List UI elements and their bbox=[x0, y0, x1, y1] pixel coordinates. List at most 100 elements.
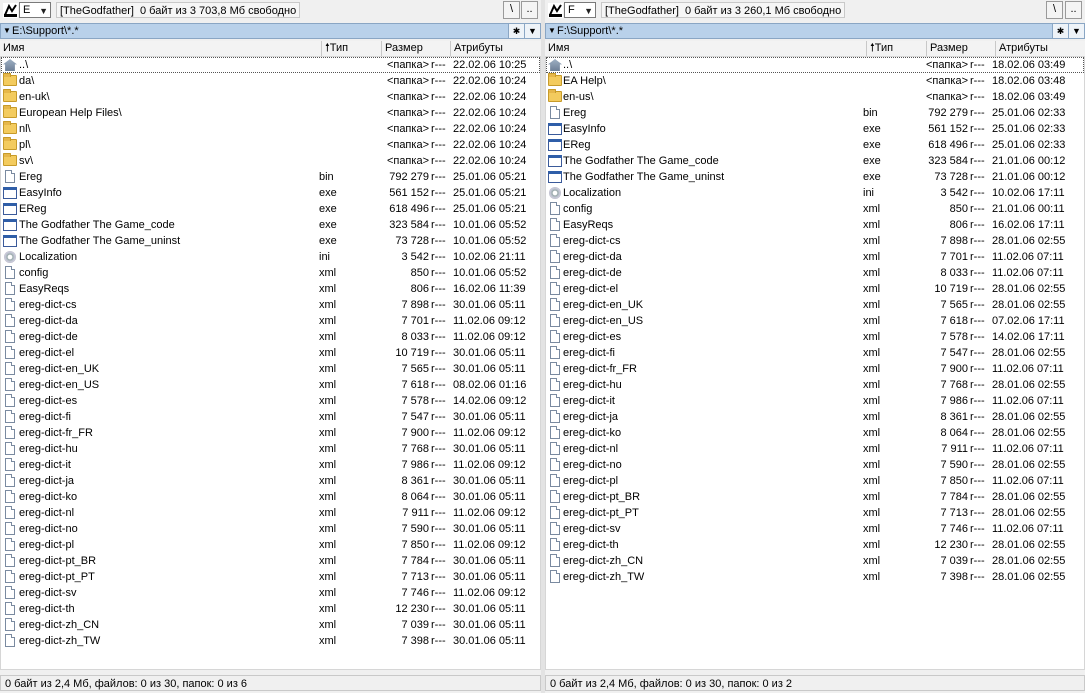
file-row[interactable]: ereg-dict-da xml 7 701 r--- 11.02.06 09:12 bbox=[1, 313, 540, 329]
file-row[interactable]: sv\ <папка> r--- 22.02.06 10:24 bbox=[1, 153, 540, 169]
file-row[interactable]: EasyInfo exe 561 152 r--- 25.01.06 05:21 bbox=[1, 185, 540, 201]
file-row[interactable]: ereg-dict-fi xml 7 547 r--- 28.01.06 02:55 bbox=[546, 345, 1084, 361]
file-row[interactable]: ereg-dict-ko xml 8 064 r--- 28.01.06 02:55 bbox=[546, 425, 1084, 441]
file-row[interactable]: ereg-dict-it xml 7 986 r--- 11.02.06 09:12 bbox=[1, 457, 540, 473]
file-row[interactable]: ereg-dict-en_US xml 7 618 r--- 07.02.06 17:1… bbox=[546, 313, 1084, 329]
file-row[interactable]: EasyReqs xml 806 r--- 16.02.06 17:11 bbox=[546, 217, 1084, 233]
file-row[interactable]: ereg-dict-fi xml 7 547 r--- 30.01.06 05:11 bbox=[1, 409, 540, 425]
file-row[interactable]: ereg-dict-pl xml 7 850 r--- 11.02.06 07:11 bbox=[546, 473, 1084, 489]
file-row[interactable]: ereg-dict-th xml 12 230 r--- 28.01.06 02:55 bbox=[546, 537, 1084, 553]
file-row[interactable]: Localization ini 3 542 r--- 10.02.06 21:11 bbox=[1, 249, 540, 265]
file-row[interactable]: EReg exe 618 496 r--- 25.01.06 02:33 bbox=[546, 137, 1084, 153]
file-name: EasyReqs bbox=[19, 283, 70, 295]
file-row[interactable]: ereg-dict-de xml 8 033 r--- 11.02.06 09:12 bbox=[1, 329, 540, 345]
file-row[interactable]: ereg-dict-en_UK xml 7 565 r--- 30.01.06 05:1… bbox=[1, 361, 540, 377]
file-row[interactable]: ereg-dict-de xml 8 033 r--- 11.02.06 07:11 bbox=[546, 265, 1084, 281]
file-row[interactable]: da\ <папка> r--- 22.02.06 10:24 bbox=[1, 73, 540, 89]
right-drive-select[interactable]: F ▼ bbox=[564, 2, 596, 18]
star-icon[interactable]: ✱ bbox=[508, 24, 524, 38]
file-row[interactable]: ereg-dict-nl xml 7 911 r--- 11.02.06 09:12 bbox=[1, 505, 540, 521]
file-row[interactable]: EasyReqs xml 806 r--- 16.02.06 11:39 bbox=[1, 281, 540, 297]
file-row[interactable]: ereg-dict-pt_BR xml 7 784 r--- 28.01.06 02:5… bbox=[546, 489, 1084, 505]
file-attributes: r--- bbox=[431, 315, 446, 327]
file-row[interactable]: pl\ <папка> r--- 22.02.06 10:24 bbox=[1, 137, 540, 153]
file-row[interactable]: EReg exe 618 496 r--- 25.01.06 05:21 bbox=[1, 201, 540, 217]
dropdown-arrow-icon[interactable]: ▼ bbox=[3, 24, 11, 38]
file-row[interactable]: ereg-dict-pt_PT xml 7 713 r--- 30.01.06 05:1… bbox=[1, 569, 540, 585]
file-row[interactable]: ereg-dict-pl xml 7 850 r--- 11.02.06 09:12 bbox=[1, 537, 540, 553]
file-date: 11.02.06 07:11 bbox=[992, 443, 1064, 455]
file-row[interactable]: Localization ini 3 542 r--- 10.02.06 17:11 bbox=[546, 185, 1084, 201]
file-row[interactable]: ereg-dict-zh_TW xml 7 398 r--- 28.01.06 02:5… bbox=[546, 569, 1084, 585]
file-row[interactable]: The Godfather The Game_uninst exe 73 728 r-… bbox=[1, 233, 540, 249]
right-up-button[interactable]: .. bbox=[1065, 1, 1082, 19]
file-row[interactable]: config xml 850 r--- 21.01.06 00:11 bbox=[546, 201, 1084, 217]
left-root-button[interactable]: \ bbox=[503, 1, 520, 19]
file-row[interactable]: EasyInfo exe 561 152 r--- 25.01.06 02:33 bbox=[546, 121, 1084, 137]
left-drive-select[interactable]: E ▼ bbox=[19, 2, 51, 18]
file-row[interactable]: en-uk\ <папка> r--- 22.02.06 10:24 bbox=[1, 89, 540, 105]
left-header-name[interactable]: Имя bbox=[0, 41, 322, 56]
file-row[interactable]: ereg-dict-pt_BR xml 7 784 r--- 30.01.06 05:1… bbox=[1, 553, 540, 569]
right-header-type[interactable]: 🠕Тип bbox=[867, 41, 927, 56]
file-row[interactable]: config xml 850 r--- 10.01.06 05:52 bbox=[1, 265, 540, 281]
right-header-size[interactable]: Размер bbox=[927, 41, 996, 56]
file-row[interactable]: ereg-dict-el xml 10 719 r--- 28.01.06 02:55 bbox=[546, 281, 1084, 297]
file-row[interactable]: ereg-dict-nl xml 7 911 r--- 11.02.06 07:11 bbox=[546, 441, 1084, 457]
file-row[interactable]: Ereg bin 792 279 r--- 25.01.06 05:21 bbox=[1, 169, 540, 185]
file-row[interactable]: ereg-dict-es xml 7 578 r--- 14.02.06 09:12 bbox=[1, 393, 540, 409]
file-row[interactable]: The Godfather The Game_uninst exe 73 728 r-… bbox=[546, 169, 1084, 185]
file-row[interactable]: ereg-dict-fr_FR xml 7 900 r--- 11.02.06 07:1… bbox=[546, 361, 1084, 377]
file-size: 792 279 bbox=[389, 171, 429, 183]
dropdown-arrow-icon[interactable]: ▼ bbox=[548, 24, 556, 38]
right-file-list[interactable]: ..\ <папка> r--- 18.02.06 03:49 EA Help\ <пап… bbox=[545, 56, 1085, 670]
file-row[interactable]: ereg-dict-da xml 7 701 r--- 11.02.06 07:11 bbox=[546, 249, 1084, 265]
file-row[interactable]: ..\ <папка> r--- 22.02.06 10:25 bbox=[1, 57, 540, 73]
file-row[interactable]: ereg-dict-zh_CN xml 7 039 r--- 30.01.06 05:1… bbox=[1, 617, 540, 633]
chevron-down-icon[interactable]: ▼ bbox=[524, 24, 540, 38]
left-path-bar[interactable]: ▼ E:\Support\*.* ✱ ▼ bbox=[0, 23, 541, 39]
file-row[interactable]: ereg-dict-el xml 10 719 r--- 30.01.06 05:11 bbox=[1, 345, 540, 361]
file-size: 7 547 bbox=[401, 411, 429, 423]
file-row[interactable]: ereg-dict-sv xml 7 746 r--- 11.02.06 09:12 bbox=[1, 585, 540, 601]
file-row[interactable]: ereg-dict-hu xml 7 768 r--- 28.01.06 02:55 bbox=[546, 377, 1084, 393]
left-header-attrs[interactable]: Атрибуты bbox=[451, 41, 541, 56]
file-row[interactable]: ereg-dict-hu xml 7 768 r--- 30.01.06 05:11 bbox=[1, 441, 540, 457]
file-row[interactable]: ereg-dict-cs xml 7 898 r--- 30.01.06 05:11 bbox=[1, 297, 540, 313]
star-icon[interactable]: ✱ bbox=[1052, 24, 1068, 38]
file-row[interactable]: ereg-dict-ko xml 8 064 r--- 30.01.06 05:11 bbox=[1, 489, 540, 505]
file-row[interactable]: EA Help\ <папка> r--- 18.02.06 03:48 bbox=[546, 73, 1084, 89]
left-header-type[interactable]: 🠕Тип bbox=[322, 41, 382, 56]
file-row[interactable]: ereg-dict-fr_FR xml 7 900 r--- 11.02.06 09:1… bbox=[1, 425, 540, 441]
file-row[interactable]: en-us\ <папка> r--- 18.02.06 03:49 bbox=[546, 89, 1084, 105]
file-row[interactable]: ereg-dict-en_US xml 7 618 r--- 08.02.06 01:1… bbox=[1, 377, 540, 393]
file-row[interactable]: European Help Files\ <папка> r--- 22.02.06 … bbox=[1, 105, 540, 121]
file-row[interactable]: ereg-dict-sv xml 7 746 r--- 11.02.06 07:11 bbox=[546, 521, 1084, 537]
left-up-button[interactable]: .. bbox=[521, 1, 538, 19]
file-row[interactable]: Ereg bin 792 279 r--- 25.01.06 02:33 bbox=[546, 105, 1084, 121]
left-file-list[interactable]: ..\ <папка> r--- 22.02.06 10:25 da\ <папка> r-… bbox=[0, 56, 541, 670]
right-path-bar[interactable]: ▼ F:\Support\*.* ✱ ▼ bbox=[545, 23, 1085, 39]
file-row[interactable]: The Godfather The Game_code exe 323 584 r--… bbox=[546, 153, 1084, 169]
file-row[interactable]: ereg-dict-pt_PT xml 7 713 r--- 28.01.06 02:5… bbox=[546, 505, 1084, 521]
file-row[interactable]: ereg-dict-th xml 12 230 r--- 30.01.06 05:11 bbox=[1, 601, 540, 617]
file-row[interactable]: The Godfather The Game_code exe 323 584 r--… bbox=[1, 217, 540, 233]
file-row[interactable]: ereg-dict-no xml 7 590 r--- 28.01.06 02:55 bbox=[546, 457, 1084, 473]
chevron-down-icon[interactable]: ▼ bbox=[1068, 24, 1084, 38]
file-row[interactable]: ereg-dict-it xml 7 986 r--- 11.02.06 07:11 bbox=[546, 393, 1084, 409]
file-row[interactable]: nl\ <папка> r--- 22.02.06 10:24 bbox=[1, 121, 540, 137]
file-row[interactable]: ..\ <папка> r--- 18.02.06 03:49 bbox=[546, 57, 1084, 73]
header-label: Тип bbox=[329, 42, 349, 54]
file-row[interactable]: ereg-dict-no xml 7 590 r--- 30.01.06 05:11 bbox=[1, 521, 540, 537]
file-row[interactable]: ereg-dict-ja xml 8 361 r--- 30.01.06 05:11 bbox=[1, 473, 540, 489]
file-row[interactable]: ereg-dict-cs xml 7 898 r--- 28.01.06 02:55 bbox=[546, 233, 1084, 249]
file-row[interactable]: ereg-dict-es xml 7 578 r--- 14.02.06 17:11 bbox=[546, 329, 1084, 345]
file-row[interactable]: ereg-dict-en_UK xml 7 565 r--- 28.01.06 02:5… bbox=[546, 297, 1084, 313]
right-root-button[interactable]: \ bbox=[1046, 1, 1063, 19]
right-header-name[interactable]: Имя bbox=[545, 41, 867, 56]
file-row[interactable]: ereg-dict-zh_TW xml 7 398 r--- 30.01.06 05:1… bbox=[1, 633, 540, 649]
file-row[interactable]: ereg-dict-ja xml 8 361 r--- 28.01.06 02:55 bbox=[546, 409, 1084, 425]
left-header-size[interactable]: Размер bbox=[382, 41, 451, 56]
right-header-attrs[interactable]: Атрибуты bbox=[996, 41, 1085, 56]
file-row[interactable]: ereg-dict-zh_CN xml 7 039 r--- 28.01.06 02:5… bbox=[546, 553, 1084, 569]
